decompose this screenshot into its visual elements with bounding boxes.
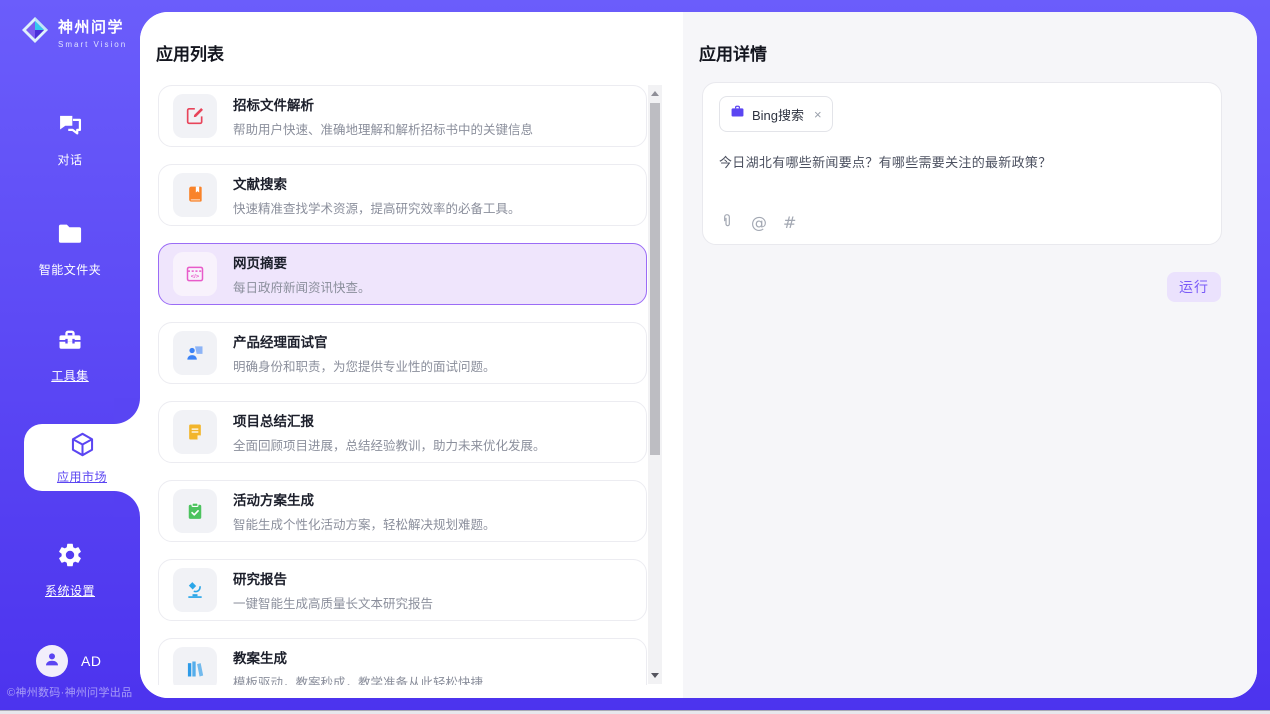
list-item-5[interactable]: 项目总结汇报 全面回顾项目进展，总结经验教训，助力未来优化发展。 — [158, 401, 647, 463]
sidebar-item-toolset[interactable]: 工具集 — [0, 326, 140, 384]
app-detail-title: 应用详情 — [699, 40, 767, 65]
folder-icon — [56, 220, 84, 253]
list-scrollbar[interactable] — [648, 85, 662, 684]
sidebar-item-label: 工具集 — [51, 367, 89, 384]
list-item-6[interactable]: 活动方案生成 智能生成个性化活动方案，轻松解决规划难题。 — [158, 480, 647, 542]
app-detail-panel: 应用详情 Bing搜索 × 今日湖北有哪些新闻要点？有哪些需要关注的最新政策？ — [683, 12, 1257, 698]
prompt-text-input[interactable]: 今日湖北有哪些新闻要点？有哪些需要关注的最新政策？ — [719, 152, 1205, 171]
app-desc: 帮助用户快速、准确地理解和解析招标书中的关键信息 — [233, 119, 533, 138]
list-item-2[interactable]: 文献搜索 快速精准查找学术资源，提高研究效率的必备工具。 — [158, 164, 647, 226]
sidebar-item-label: 系统设置 — [45, 582, 95, 599]
user-name: AD — [81, 653, 101, 669]
paperclip-icon[interactable] — [719, 213, 735, 232]
sidebar-item-smart-folder[interactable]: 智能文件夹 — [0, 220, 140, 278]
note-icon — [173, 410, 217, 454]
tool-tag-bing-search[interactable]: Bing搜索 × — [719, 96, 833, 132]
window-bottom-edge — [0, 710, 1270, 714]
app-desc: 明确身份和职责，为您提供专业性的面试问题。 — [233, 356, 496, 375]
app-desc: 智能生成个性化活动方案，轻松解决规划难题。 — [233, 514, 496, 533]
sidebar-item-app-market-active[interactable]: 应用市场 — [24, 424, 140, 491]
list-item-3[interactable]: </> 网页摘要 每日政府新闻资讯快查。 — [158, 243, 647, 305]
prompt-card[interactable]: Bing搜索 × 今日湖北有哪些新闻要点？有哪些需要关注的最新政策？ @ # — [702, 82, 1222, 245]
app-logo: 神州问学 Smart Vision — [20, 15, 127, 50]
attachment-toolbar: @ # — [719, 213, 796, 232]
app-title: 研究报告 — [233, 568, 433, 588]
cube-icon — [69, 431, 96, 463]
sidebar-item-label: 智能文件夹 — [39, 261, 102, 278]
svg-text:</>: </> — [191, 274, 200, 280]
books-icon — [173, 647, 217, 685]
app-title: 网页摘要 — [233, 252, 371, 272]
interview-icon — [173, 331, 217, 375]
main-content: 应用列表 招标文件解析 帮助用户快速、准确地理解和解析招标书中的关键信息 文献搜… — [140, 12, 1257, 698]
diamond-logo-icon — [20, 15, 50, 50]
microscope-icon — [173, 568, 217, 612]
tool-tag-label: Bing搜索 — [752, 105, 804, 124]
sidebar-item-label: 对话 — [57, 151, 82, 168]
logo-subtitle: Smart Vision — [58, 40, 127, 49]
book-icon — [173, 173, 217, 217]
person-icon — [43, 650, 61, 673]
hash-icon[interactable]: # — [783, 215, 796, 231]
app-title: 项目总结汇报 — [233, 410, 546, 430]
close-icon[interactable]: × — [814, 108, 822, 121]
logo-title: 神州问学 — [58, 16, 127, 37]
list-item-8[interactable]: 教案生成 模板驱动，教案秒成，教学准备从此轻松快捷 — [158, 638, 647, 685]
copyright-text: ©神州数码·神州问学出品 — [7, 684, 132, 700]
scroll-down-arrow-icon[interactable] — [651, 673, 659, 678]
avatar — [36, 645, 68, 677]
list-item-1[interactable]: 招标文件解析 帮助用户快速、准确地理解和解析招标书中的关键信息 — [158, 85, 647, 147]
bubble-curve — [114, 398, 140, 517]
app-desc: 快速精准查找学术资源，提高研究效率的必备工具。 — [233, 198, 521, 217]
sidebar-item-settings[interactable]: 系统设置 — [0, 541, 140, 599]
list-item-7[interactable]: 研究报告 一键智能生成高质量长文本研究报告 — [158, 559, 647, 621]
scroll-up-arrow-icon[interactable] — [651, 91, 659, 96]
run-button[interactable]: 运行 — [1167, 272, 1221, 302]
edit-doc-icon — [173, 94, 217, 138]
app-desc: 全面回顾项目进展，总结经验教训，助力未来优化发展。 — [233, 435, 546, 454]
user-account[interactable]: AD — [36, 645, 101, 677]
clipboard-check-icon — [173, 489, 217, 533]
gear-icon — [56, 541, 84, 574]
app-desc: 模板驱动，教案秒成，教学准备从此轻松快捷 — [233, 672, 483, 685]
list-item-4[interactable]: 产品经理面试官 明确身份和职责，为您提供专业性的面试问题。 — [158, 322, 647, 384]
app-list-title: 应用列表 — [156, 40, 224, 65]
app-title: 产品经理面试官 — [233, 331, 496, 351]
briefcase-icon — [730, 104, 745, 124]
sidebar-item-label: 应用市场 — [57, 468, 107, 485]
app-list-panel: 应用列表 招标文件解析 帮助用户快速、准确地理解和解析招标书中的关键信息 文献搜… — [140, 12, 683, 698]
toolbox-icon — [56, 326, 84, 359]
app-desc: 一键智能生成高质量长文本研究报告 — [233, 593, 433, 612]
chat-icon — [56, 110, 84, 143]
app-title: 文献搜索 — [233, 173, 521, 193]
sidebar-item-chat[interactable]: 对话 — [0, 110, 140, 168]
app-title: 教案生成 — [233, 647, 483, 667]
app-desc: 每日政府新闻资讯快查。 — [233, 277, 371, 296]
app-title: 活动方案生成 — [233, 489, 496, 509]
scrollbar-thumb[interactable] — [650, 103, 660, 455]
sidebar: 神州问学 Smart Vision 对话 智能文件夹 工具集 — [0, 0, 140, 710]
app-title: 招标文件解析 — [233, 94, 533, 114]
web-code-icon: </> — [173, 252, 217, 296]
at-icon[interactable]: @ — [751, 215, 767, 231]
app-list: 招标文件解析 帮助用户快速、准确地理解和解析招标书中的关键信息 文献搜索 快速精… — [158, 85, 647, 685]
